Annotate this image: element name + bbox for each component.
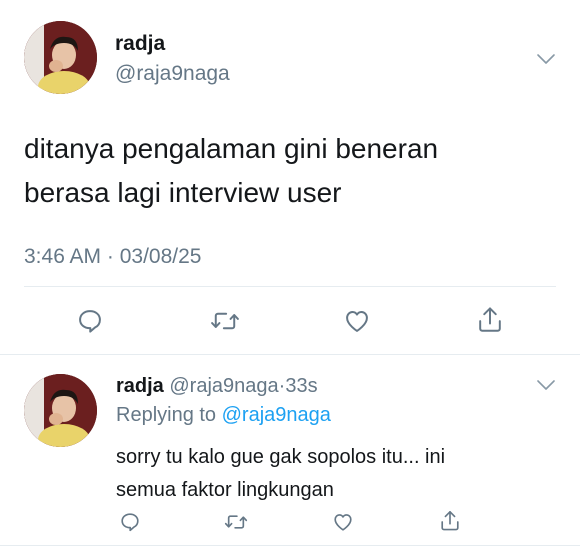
reply-tweet-avatar[interactable] [24, 374, 97, 447]
reply-retweet-button[interactable] [223, 509, 249, 535]
reply-tweet-header: radja @raja9naga·33s [116, 375, 318, 398]
reply-reply-button[interactable] [117, 509, 143, 535]
divider [24, 286, 556, 287]
share-icon [479, 307, 501, 332]
share-icon [441, 511, 459, 531]
divider [0, 354, 580, 355]
main-tweet-text-line2: berasa lagi interview user [24, 177, 342, 208]
reply-tweet-time-ago[interactable]: 33s [285, 375, 317, 397]
replying-to-mention[interactable]: @raja9naga [222, 404, 331, 426]
main-tweet-timestamp[interactable]: 3:46 AM · 03/08/25 [24, 245, 201, 269]
main-tweet-menu-button[interactable] [536, 52, 556, 66]
reply-tweet-text: sorry tu kalo gue gak sopolos itu... ini… [116, 441, 556, 507]
chevron-down-icon [537, 54, 555, 64]
reply-like-button[interactable] [330, 509, 356, 535]
replying-to-line: Replying to @raja9naga [116, 404, 331, 427]
divider [0, 545, 580, 546]
reply-tweet-text-line2: semua faktor lingkungan [116, 479, 334, 501]
reply-tweet-display-name[interactable]: radja [116, 375, 164, 397]
reply-icon [79, 310, 101, 333]
main-share-button[interactable] [474, 304, 506, 336]
main-tweet-text: ditanya pengalaman gini beneran berasa l… [24, 127, 554, 215]
main-tweet-handle[interactable]: @raja9naga [115, 62, 230, 86]
like-icon [346, 311, 368, 332]
main-reply-button[interactable] [74, 305, 106, 337]
main-tweet-display-name[interactable]: radja [115, 32, 165, 56]
retweet-icon [224, 515, 248, 529]
retweet-icon [211, 312, 239, 330]
reply-icon [121, 513, 139, 532]
main-like-button[interactable] [341, 305, 373, 337]
main-retweet-button[interactable] [209, 305, 241, 337]
chevron-down-icon [537, 380, 555, 390]
main-tweet-avatar[interactable] [24, 21, 97, 94]
reply-share-button[interactable] [437, 508, 463, 534]
reply-tweet-text-line1: sorry tu kalo gue gak sopolos itu... ini [116, 446, 446, 468]
reply-tweet-menu-button[interactable] [536, 378, 556, 392]
like-icon [334, 514, 352, 531]
replying-to-prefix: Replying to [116, 404, 217, 426]
reply-tweet-handle[interactable]: @raja9naga [169, 375, 278, 397]
main-tweet-text-line1: ditanya pengalaman gini beneran [24, 133, 439, 164]
